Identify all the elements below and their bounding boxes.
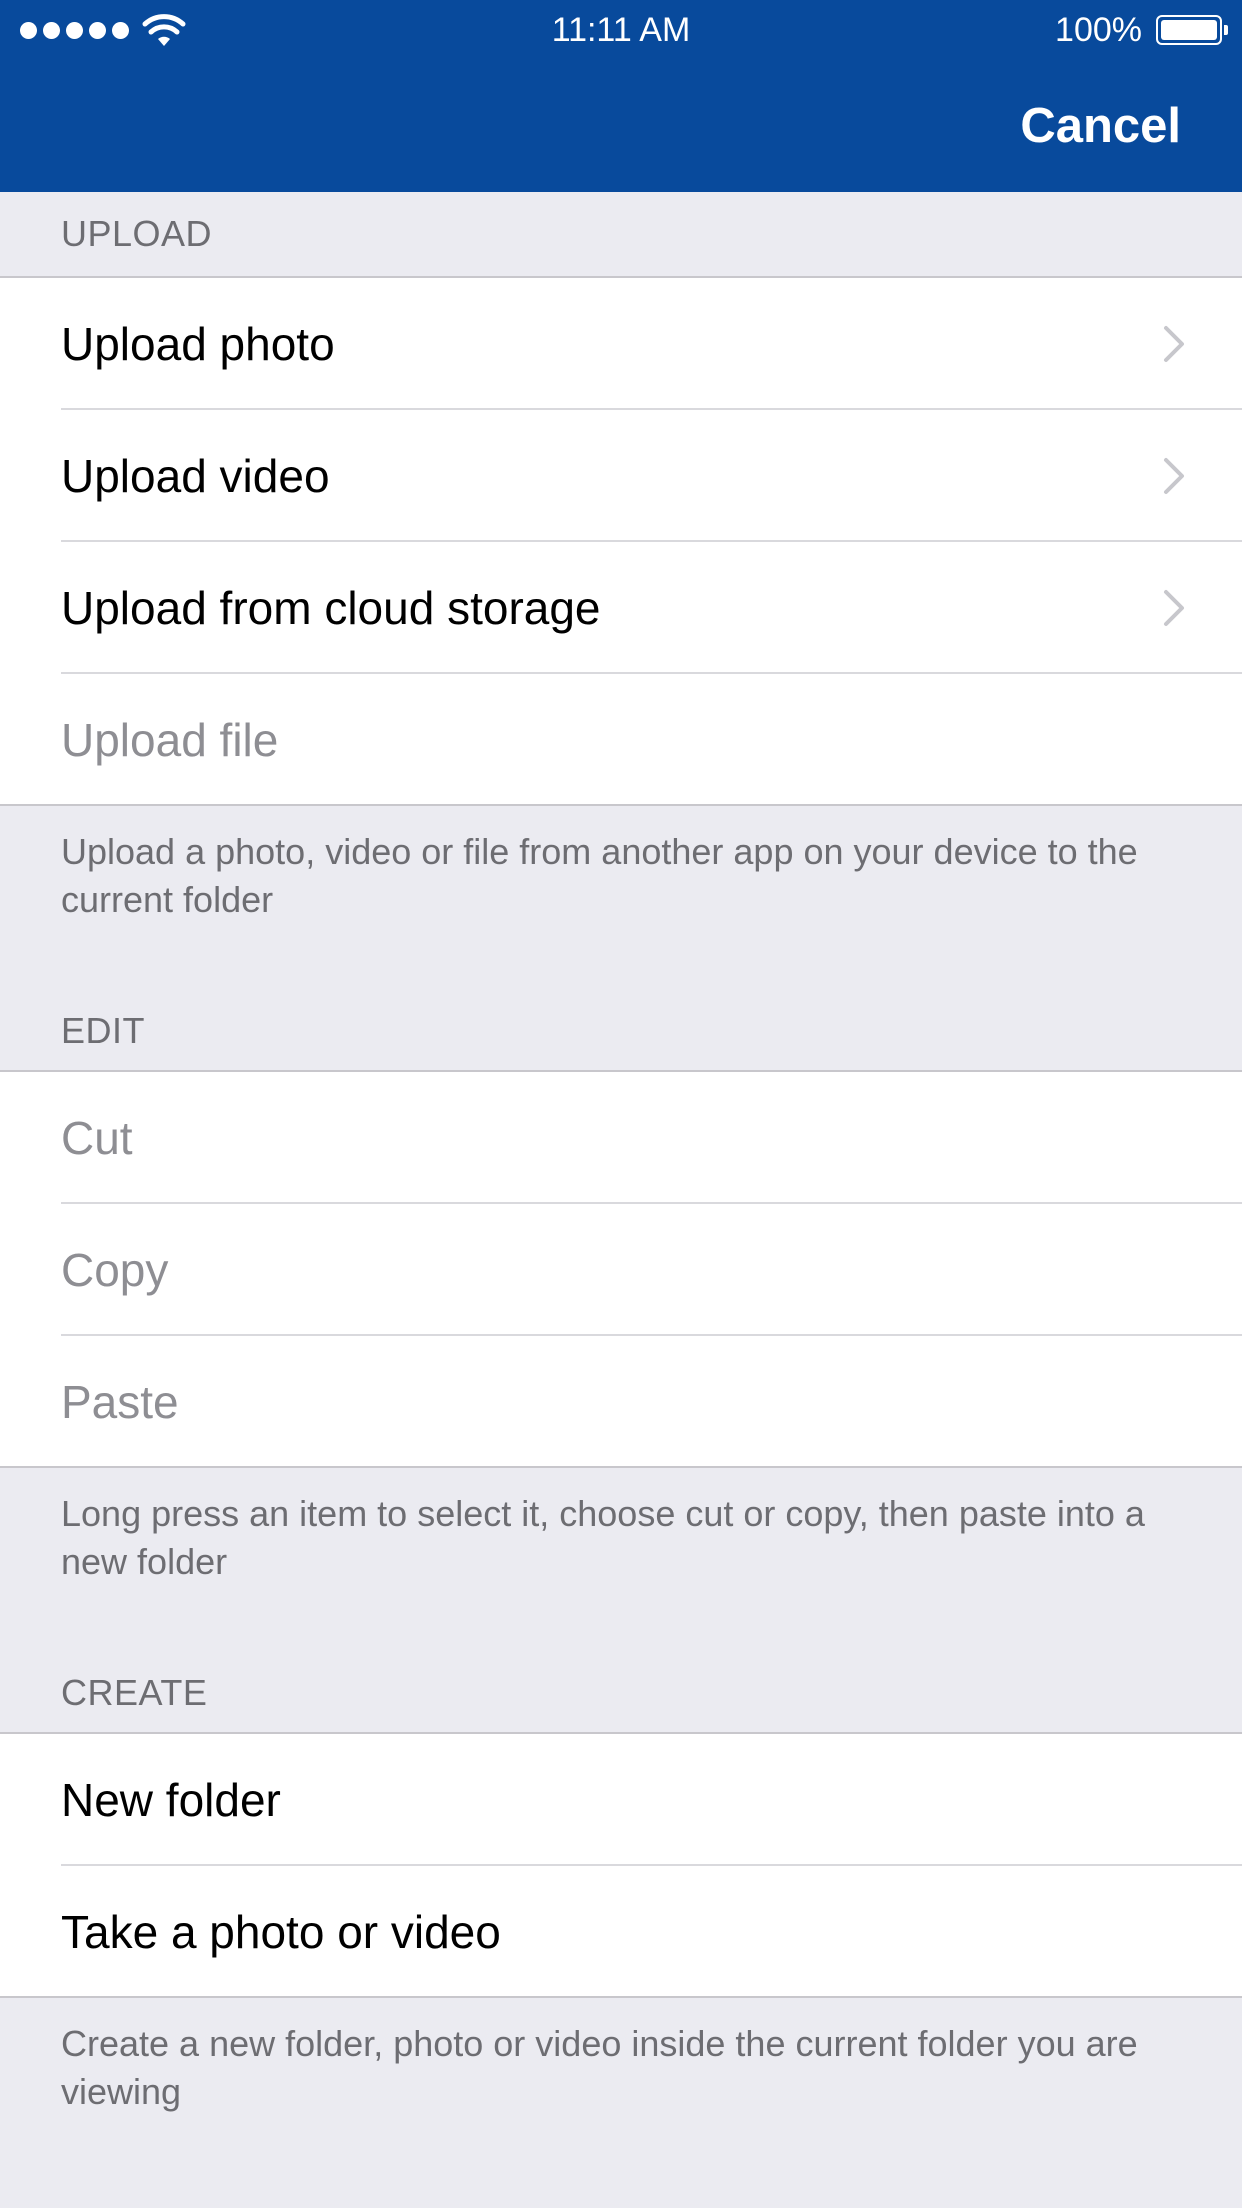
- upload-footer-note: Upload a photo, video or file from anoth…: [61, 831, 1138, 920]
- item-label: Paste: [61, 1376, 179, 1428]
- battery-percent: 100%: [1055, 11, 1142, 49]
- take-photo-or-video-item[interactable]: Take a photo or video: [0, 1866, 1242, 1998]
- edit-footer-note: Long press an item to select it, choose …: [61, 1493, 1145, 1582]
- create-footer-note: Create a new folder, photo or video insi…: [61, 2023, 1138, 2112]
- create-group: New folder Take a photo or video: [0, 1734, 1242, 1998]
- copy-item[interactable]: Copy: [0, 1204, 1242, 1336]
- section-header-edit: EDIT: [0, 996, 1242, 1072]
- upload-group: Upload photo Upload video Upload from cl…: [0, 278, 1242, 806]
- edit-group: Cut Copy Paste: [0, 1072, 1242, 1468]
- item-label: Take a photo or video: [61, 1906, 501, 1958]
- item-label: Copy: [61, 1244, 169, 1296]
- upload-photo-item[interactable]: Upload photo: [0, 278, 1242, 410]
- new-folder-item[interactable]: New folder: [0, 1734, 1242, 1866]
- section-header-create: CREATE: [0, 1658, 1242, 1734]
- upload-cloud-storage-item[interactable]: Upload from cloud storage: [0, 542, 1242, 674]
- item-label: Upload file: [61, 714, 279, 766]
- item-label: Cut: [61, 1112, 133, 1164]
- cut-item[interactable]: Cut: [0, 1072, 1242, 1204]
- item-label: Upload from cloud storage: [61, 582, 601, 634]
- item-label: Upload photo: [61, 318, 335, 370]
- navigation-bar: 11:11 AM 100% Cancel: [0, 0, 1242, 192]
- upload-file-item[interactable]: Upload file: [0, 674, 1242, 806]
- section-header-upload: UPLOAD: [0, 192, 1242, 278]
- chevron-right-icon: [1164, 326, 1184, 362]
- chevron-right-icon: [1164, 458, 1184, 494]
- status-bar: 11:11 AM 100%: [0, 0, 1242, 62]
- cancel-button[interactable]: Cancel: [1020, 98, 1181, 154]
- chevron-right-icon: [1164, 590, 1184, 626]
- battery-icon: [1156, 15, 1228, 45]
- item-label: Upload video: [61, 450, 330, 502]
- paste-item[interactable]: Paste: [0, 1336, 1242, 1468]
- item-label: New folder: [61, 1774, 281, 1826]
- upload-video-item[interactable]: Upload video: [0, 410, 1242, 542]
